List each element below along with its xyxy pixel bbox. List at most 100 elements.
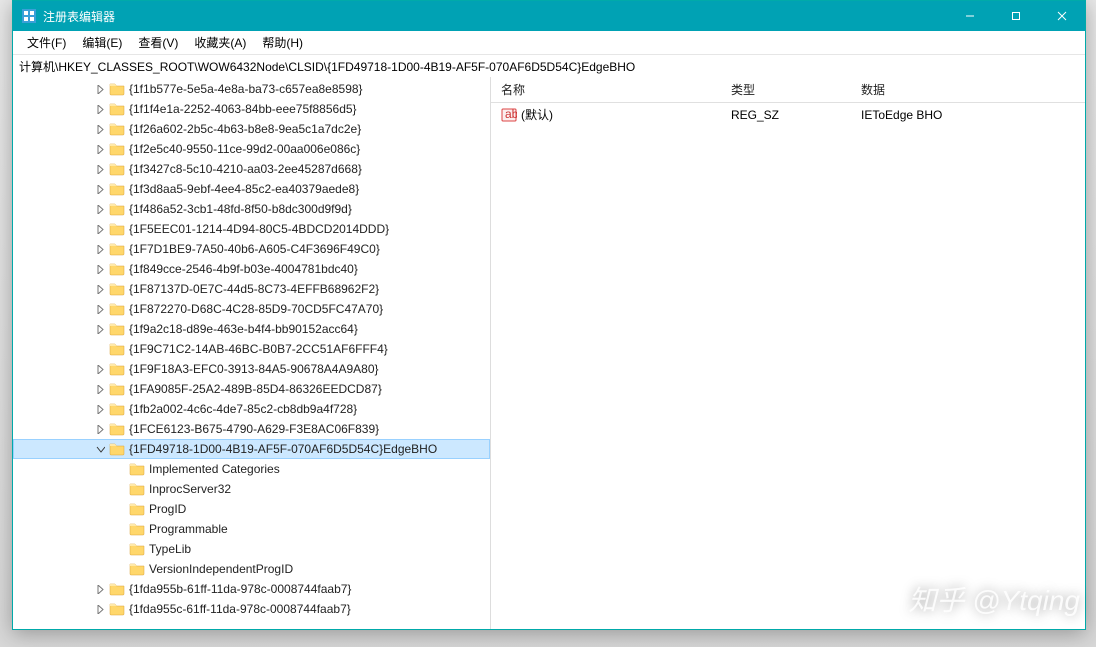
- tree-node[interactable]: {1f3427c8-5c10-4210-aa03-2ee45287d668}: [13, 159, 490, 179]
- tree-node[interactable]: {1f486a52-3cb1-48fd-8f50-b8dc300d9f9d}: [13, 199, 490, 219]
- value-row[interactable]: ab(默认)REG_SZIEToEdge BHO: [491, 103, 1085, 126]
- tree-node[interactable]: {1f2e5c40-9550-11ce-99d2-00aa006e086c}: [13, 139, 490, 159]
- tree-node[interactable]: {1fda955c-61ff-11da-978c-0008744faab7}: [13, 599, 490, 619]
- tree-node-label: TypeLib: [149, 542, 191, 556]
- tree-node-label: {1f486a52-3cb1-48fd-8f50-b8dc300d9f9d}: [129, 202, 352, 216]
- folder-icon: [129, 481, 145, 497]
- tree-node-label: {1f2e5c40-9550-11ce-99d2-00aa006e086c}: [129, 142, 360, 156]
- tree-node-label: {1fb2a002-4c6c-4de7-85c2-cb8db9a4f728}: [129, 402, 357, 416]
- expand-expand-icon[interactable]: [93, 422, 107, 436]
- folder-icon: [109, 401, 125, 417]
- folder-icon: [109, 121, 125, 137]
- expand-expand-icon[interactable]: [93, 162, 107, 176]
- menu-help[interactable]: 帮助(H): [254, 32, 311, 53]
- folder-icon: [109, 101, 125, 117]
- tree-node[interactable]: {1FD49718-1D00-4B19-AF5F-070AF6D5D54C}Ed…: [13, 439, 490, 459]
- tree-node[interactable]: {1f1b577e-5e5a-4e8a-ba73-c657ea8e8598}: [13, 79, 490, 99]
- menu-edit[interactable]: 编辑(E): [74, 32, 130, 53]
- tree-node[interactable]: {1f849cce-2546-4b9f-b03e-4004781bdc40}: [13, 259, 490, 279]
- tree-node[interactable]: {1f1f4e1a-2252-4063-84bb-eee75f8856d5}: [13, 99, 490, 119]
- tree-node-label: {1FD49718-1D00-4B19-AF5F-070AF6D5D54C}Ed…: [129, 442, 437, 456]
- key-tree[interactable]: {1f1b577e-5e5a-4e8a-ba73-c657ea8e8598} {1…: [13, 77, 491, 629]
- tree-node-label: {1FA9085F-25A2-489B-85D4-86326EEDCD87}: [129, 382, 382, 396]
- menu-file[interactable]: 文件(F): [19, 32, 74, 53]
- expand-expand-icon[interactable]: [93, 302, 107, 316]
- folder-icon: [109, 361, 125, 377]
- tree-node[interactable]: VersionIndependentProgID: [13, 559, 490, 579]
- col-type[interactable]: 类型: [721, 77, 851, 102]
- expand-expand-icon[interactable]: [93, 82, 107, 96]
- tree-node[interactable]: {1fb2a002-4c6c-4de7-85c2-cb8db9a4f728}: [13, 399, 490, 419]
- col-name[interactable]: 名称: [491, 77, 721, 102]
- folder-icon: [109, 241, 125, 257]
- expand-collapse-icon[interactable]: [93, 442, 107, 456]
- expand-expand-icon[interactable]: [93, 322, 107, 336]
- folder-icon: [109, 261, 125, 277]
- col-data[interactable]: 数据: [851, 77, 1085, 102]
- expand-expand-icon[interactable]: [93, 222, 107, 236]
- tree-node[interactable]: {1f26a602-2b5c-4b63-b8e8-9ea5c1a7dc2e}: [13, 119, 490, 139]
- tree-node[interactable]: TypeLib: [13, 539, 490, 559]
- tree-node[interactable]: {1fda955b-61ff-11da-978c-0008744faab7}: [13, 579, 490, 599]
- menubar: 文件(F) 编辑(E) 查看(V) 收藏夹(A) 帮助(H): [13, 31, 1085, 55]
- folder-icon: [109, 441, 125, 457]
- string-value-icon: ab: [501, 107, 517, 123]
- value-data: IEToEdge BHO: [851, 105, 1085, 125]
- expand-expand-icon[interactable]: [93, 142, 107, 156]
- folder-icon: [109, 301, 125, 317]
- folder-icon: [109, 201, 125, 217]
- minimize-button[interactable]: [947, 1, 993, 31]
- app-icon: [21, 8, 37, 24]
- expand-expand-icon[interactable]: [93, 122, 107, 136]
- tree-node-label: {1F87137D-0E7C-44d5-8C73-4EFFB68962F2}: [129, 282, 379, 296]
- tree-node[interactable]: Programmable: [13, 519, 490, 539]
- folder-icon: [109, 581, 125, 597]
- close-button[interactable]: [1039, 1, 1085, 31]
- expand-expand-icon[interactable]: [93, 102, 107, 116]
- address-text: 计算机\HKEY_CLASSES_ROOT\WOW6432Node\CLSID\…: [19, 58, 635, 75]
- tree-node[interactable]: {1F9C71C2-14AB-46BC-B0B7-2CC51AF6FFF4}: [13, 339, 490, 359]
- tree-node[interactable]: Implemented Categories: [13, 459, 490, 479]
- expand-expand-icon: [93, 342, 107, 356]
- value-list[interactable]: 名称 类型 数据 ab(默认)REG_SZIEToEdge BHO: [491, 77, 1085, 629]
- tree-node[interactable]: {1F9F18A3-EFC0-3913-84A5-90678A4A9A80}: [13, 359, 490, 379]
- titlebar[interactable]: 注册表编辑器: [13, 1, 1085, 31]
- svg-text:ab: ab: [505, 107, 517, 121]
- tree-node[interactable]: {1F872270-D68C-4C28-85D9-70CD5FC47A70}: [13, 299, 490, 319]
- content-area: {1f1b577e-5e5a-4e8a-ba73-c657ea8e8598} {1…: [13, 77, 1085, 629]
- tree-node[interactable]: {1F5EEC01-1214-4D94-80C5-4BDCD2014DDD}: [13, 219, 490, 239]
- folder-icon: [129, 521, 145, 537]
- tree-node[interactable]: {1f9a2c18-d89e-463e-b4f4-bb90152acc64}: [13, 319, 490, 339]
- value-type: REG_SZ: [721, 105, 851, 125]
- address-bar[interactable]: 计算机\HKEY_CLASSES_ROOT\WOW6432Node\CLSID\…: [13, 55, 1085, 77]
- tree-node-label: InprocServer32: [149, 482, 231, 496]
- tree-node[interactable]: {1F7D1BE9-7A50-40b6-A605-C4F3696F49C0}: [13, 239, 490, 259]
- tree-node-label: {1f1f4e1a-2252-4063-84bb-eee75f8856d5}: [129, 102, 357, 116]
- tree-node-label: {1fda955c-61ff-11da-978c-0008744faab7}: [129, 602, 351, 616]
- menu-view[interactable]: 查看(V): [130, 32, 186, 53]
- expand-expand-icon[interactable]: [93, 202, 107, 216]
- expand-expand-icon[interactable]: [93, 182, 107, 196]
- expand-expand-icon[interactable]: [93, 382, 107, 396]
- folder-icon: [129, 541, 145, 557]
- expand-expand-icon[interactable]: [93, 242, 107, 256]
- expand-expand-icon[interactable]: [93, 282, 107, 296]
- tree-node-label: {1f849cce-2546-4b9f-b03e-4004781bdc40}: [129, 262, 358, 276]
- tree-node[interactable]: {1F87137D-0E7C-44d5-8C73-4EFFB68962F2}: [13, 279, 490, 299]
- expand-expand-icon[interactable]: [93, 402, 107, 416]
- tree-node[interactable]: {1FCE6123-B675-4790-A629-F3E8AC06F839}: [13, 419, 490, 439]
- menu-favorites[interactable]: 收藏夹(A): [186, 32, 254, 53]
- expand-expand-icon[interactable]: [93, 262, 107, 276]
- tree-node-label: {1FCE6123-B675-4790-A629-F3E8AC06F839}: [129, 422, 379, 436]
- expand-expand-icon[interactable]: [93, 602, 107, 616]
- tree-node[interactable]: InprocServer32: [13, 479, 490, 499]
- tree-node[interactable]: {1FA9085F-25A2-489B-85D4-86326EEDCD87}: [13, 379, 490, 399]
- maximize-button[interactable]: [993, 1, 1039, 31]
- tree-node-label: Programmable: [149, 522, 228, 536]
- expand-expand-icon[interactable]: [93, 582, 107, 596]
- tree-node[interactable]: ProgID: [13, 499, 490, 519]
- expand-expand-icon[interactable]: [93, 362, 107, 376]
- tree-node[interactable]: {1f3d8aa5-9ebf-4ee4-85c2-ea40379aede8}: [13, 179, 490, 199]
- tree-node-label: {1F9F18A3-EFC0-3913-84A5-90678A4A9A80}: [129, 362, 379, 376]
- registry-editor-window: 注册表编辑器 文件(F) 编辑(E) 查看(V) 收藏夹(A) 帮助(H) 计算…: [12, 0, 1086, 630]
